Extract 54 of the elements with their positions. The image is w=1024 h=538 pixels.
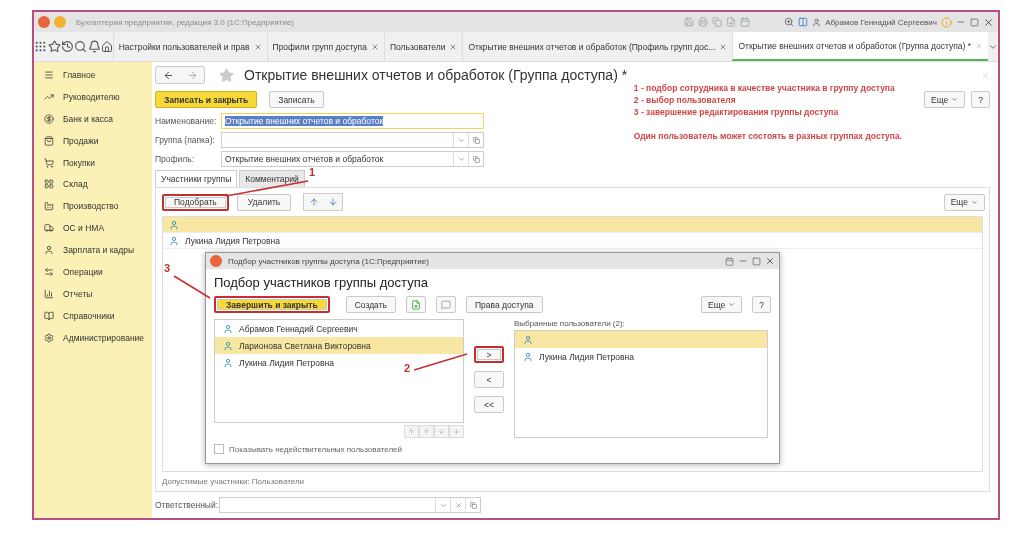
- footer-text: Допустимые участники: Пользователи: [161, 476, 306, 488]
- annotation-text: 2 - выбор пользователя: [633, 95, 737, 105]
- create-button[interactable]: Создать: [345, 296, 396, 313]
- annotation-text: Один пользователь может состоять в разных группах доступа.: [633, 131, 902, 141]
- select-field[interactable]: Открытие внешних отчетов и обработок: [221, 151, 484, 167]
- field-label: Профиль:: [155, 154, 196, 164]
- sidebar-item[interactable]: Зарплата и кадры: [34, 239, 152, 261]
- sidebar-item[interactable]: Руководителю: [34, 85, 152, 108]
- dialog-window-title: Подбор участников группы доступа (1С:Предприятие): [228, 256, 429, 266]
- sidebar-item[interactable]: Операции: [34, 261, 152, 283]
- sidebar-item[interactable]: Покупки: [34, 151, 152, 174]
- tab[interactable]: Открытие внешних отчетов и обработок (Группа доступа) *: [732, 32, 988, 61]
- table-cell: Лукина Лидия Петровна: [185, 235, 280, 246]
- more-button[interactable]: Еще: [700, 296, 743, 313]
- tab[interactable]: Комментарий: [239, 170, 305, 187]
- annotation-text: 3 - завершение редактирования группы доступа: [633, 107, 840, 117]
- callout-number: 3: [164, 262, 171, 274]
- list-label: Выбранные пользователи (2):: [514, 319, 626, 328]
- sidebar-item[interactable]: Склад: [34, 173, 152, 196]
- checkbox-label: Показывать недействительных пользователей: [229, 444, 403, 454]
- delete-button[interactable]: Удалить: [236, 193, 292, 211]
- callout-number: 2: [404, 362, 411, 374]
- annotation-text: 1 - подбор сотрудника в качестве участника в группу доступа: [633, 83, 896, 93]
- user-row[interactable]: Ларионова Светлана Викторовна: [215, 337, 463, 354]
- access-rights-button[interactable]: Права доступа: [466, 296, 543, 313]
- user-name: Абрамов Геннадий Сергеевич: [825, 17, 937, 27]
- form-title: Открытие внешних отчетов и обработок (Группа доступа) *: [244, 67, 628, 83]
- table-row[interactable]: Лукина Лидия Петровна: [163, 233, 982, 249]
- sidebar-item[interactable]: Производство: [34, 195, 152, 218]
- window-title: Бухгалтерия предприятия, редакция 3.0 (1С:Предприятие): [76, 17, 294, 27]
- sidebar-item[interactable]: Справочники: [34, 304, 152, 327]
- save-close-button[interactable]: Записать и закрыть: [155, 91, 258, 108]
- sidebar-item[interactable]: ОС и НМА: [34, 217, 152, 240]
- finish-close-button[interactable]: Завершить и закрыть: [214, 296, 330, 313]
- sidebar-item[interactable]: Продажи: [34, 129, 152, 152]
- dialog-title: Подбор участников группы доступа: [213, 274, 429, 292]
- sidebar-item[interactable]: Администрирование: [34, 326, 152, 349]
- sidebar-item[interactable]: Банк и касса: [34, 107, 152, 130]
- sidebar-item[interactable]: Отчеты: [34, 282, 152, 305]
- callout-number: 1: [309, 166, 316, 178]
- input-field[interactable]: Открытие внешних отчетов и обработок: [221, 113, 484, 129]
- pick-button[interactable]: Подобрать: [162, 193, 229, 211]
- more-button[interactable]: Еще: [923, 91, 966, 108]
- sidebar-item[interactable]: Главное: [34, 64, 152, 86]
- move-button[interactable]: <: [474, 371, 504, 388]
- help-button[interactable]: ?: [971, 91, 990, 108]
- move-button[interactable]: <<: [474, 396, 504, 413]
- move-button[interactable]: >: [474, 346, 504, 363]
- save-button[interactable]: Записать: [269, 91, 324, 108]
- help-button[interactable]: ?: [752, 296, 771, 313]
- field-label: Группа (папка):: [155, 135, 215, 145]
- field-label: Наименование:: [155, 116, 215, 126]
- more-button[interactable]: Еще: [943, 193, 985, 211]
- tab[interactable]: Участники группы: [155, 170, 238, 187]
